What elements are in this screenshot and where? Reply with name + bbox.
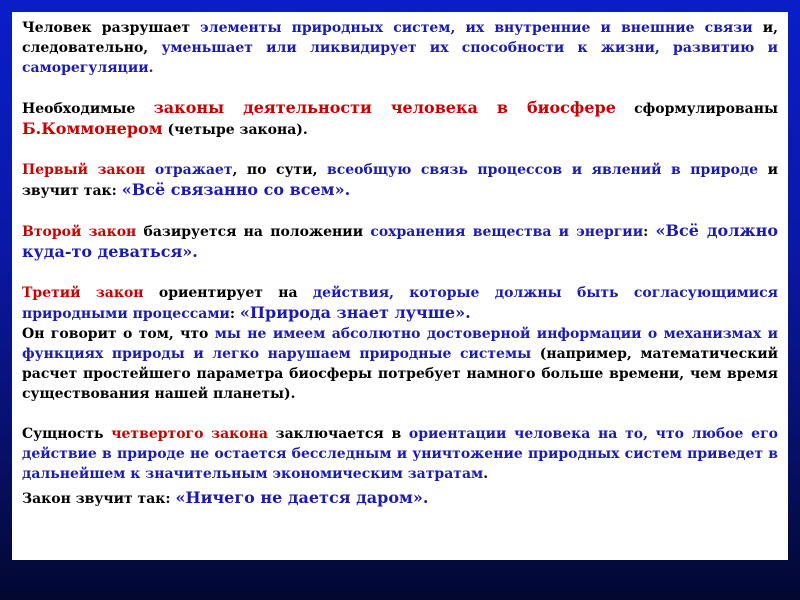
paragraph-second-law: Второй закон базируется на положении сох…: [22, 221, 778, 263]
paragraph-fourth-law-quote: Закон звучит так: «Ничего не дается даро…: [22, 488, 778, 509]
text-run: Он говорит о том, что: [22, 326, 215, 342]
text-highlight-blue: отражает: [145, 162, 233, 178]
paragraph-laws-intro: Необходимые законы деятельности человека…: [22, 98, 778, 140]
paragraph-third-law-explanation: Он говорит о том, что мы не имеем абсолю…: [22, 324, 778, 404]
text-highlight-blue: сохранения вещества и энергии: [370, 224, 644, 240]
text-run: ориентирует на: [143, 285, 313, 301]
law-quote-third: «Природа знает лучше».: [239, 303, 471, 322]
law-name-third: Третий закон: [22, 285, 144, 301]
text-run: сформулированы: [615, 101, 778, 117]
text-highlight-blue: всеобщую связь процессов и явлений в при…: [327, 162, 759, 178]
text-highlight-red: законы деятельности человека в биосфере: [153, 98, 616, 117]
law-name-second: Второй закон: [22, 224, 137, 240]
paragraph-third-law: Третий закон ориентирует на действия, ко…: [22, 283, 778, 324]
text-run: Сущность: [22, 426, 112, 442]
text-run: .: [483, 466, 489, 482]
text-highlight-red: Б.Коммонером: [22, 119, 163, 138]
text-run: :: [643, 224, 656, 240]
law-name-first: Первый закон: [22, 162, 146, 178]
text-run: Человек разрушает: [22, 20, 201, 36]
paragraph-fourth-law: Сущность четвертого закона заключается в…: [22, 424, 778, 484]
text-run: базируется на положении: [136, 224, 371, 240]
text-highlight-blue: элементы природных систем, их внутренние…: [200, 20, 753, 36]
text-run: (четыре закона).: [162, 122, 308, 138]
law-name-fourth: четвертого закона: [111, 426, 268, 442]
text-run: , по сути,: [232, 162, 328, 178]
text-run: Необходимые: [22, 101, 154, 117]
text-run: :: [229, 306, 240, 322]
paragraph-intro: Человек разрушает элементы природных сис…: [22, 18, 778, 78]
text-run: заключается в: [267, 426, 409, 442]
text-run: Закон звучит так:: [22, 491, 176, 507]
paragraph-first-law: Первый закон отражает, по сути, всеобщую…: [22, 160, 778, 201]
slide-content: Человек разрушает элементы природных сис…: [12, 12, 788, 560]
law-quote-fourth: «Ничего не дается даром».: [175, 488, 429, 507]
law-quote-first: «Всё связанно со всем».: [121, 180, 351, 199]
